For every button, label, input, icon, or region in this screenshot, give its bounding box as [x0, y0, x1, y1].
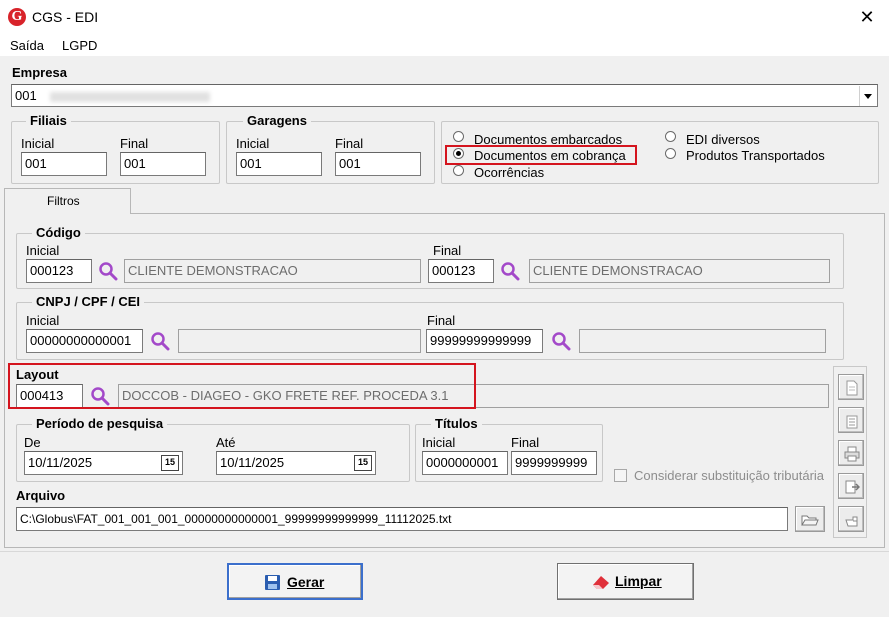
title-bar: [0, 0, 889, 34]
app-logo-icon: G: [8, 8, 26, 26]
new-document-button[interactable]: [838, 374, 864, 400]
cnpj-final-label: Final: [427, 313, 456, 328]
print-button[interactable]: [838, 440, 864, 466]
garagens-legend: Garagens: [243, 113, 311, 128]
periodo-ate-input[interactable]: 10/11/2025: [216, 451, 376, 475]
titulos-final-input[interactable]: 9999999999: [511, 451, 597, 475]
periodo-de-input[interactable]: 10/11/2025: [24, 451, 183, 475]
folder-open-icon: [801, 515, 819, 526]
empresa-select[interactable]: 001: [11, 84, 878, 107]
codigo-legend: Código: [32, 225, 85, 240]
printer-icon: [844, 446, 860, 462]
substituicao-checkbox[interactable]: [614, 469, 627, 482]
codigo-inicial-label: Inicial: [26, 243, 60, 258]
filiais-final-label: Final: [120, 136, 149, 151]
eraser-icon: [593, 576, 609, 589]
filiais-legend: Filiais: [26, 113, 71, 128]
close-icon[interactable]: ✕: [856, 6, 878, 28]
export-button[interactable]: [838, 473, 864, 499]
titulos-inicial-label: Inicial: [422, 435, 456, 450]
arquivo-input[interactable]: C:\Globus\FAT_001_001_001_00000000000001…: [16, 507, 788, 531]
tab-join: [5, 212, 130, 214]
codigo-final-desc: CLIENTE DEMONSTRACAO: [529, 259, 830, 283]
export-icon: [845, 480, 860, 494]
titulos-inicial-input[interactable]: 0000000001: [422, 451, 508, 475]
garagens-final-input[interactable]: 001: [335, 152, 421, 176]
limpar-label: Limpar: [615, 573, 662, 589]
produtos-transportados-label: Produtos Transportados: [686, 148, 825, 163]
copy-button[interactable]: [838, 407, 864, 433]
limpar-button[interactable]: Limpar: [557, 563, 694, 600]
tab-filtros[interactable]: Filtros: [4, 188, 131, 214]
tab-filtros-label: Filtros: [47, 194, 80, 208]
periodo-ate-label: Até: [216, 435, 236, 450]
copy-icon: [846, 415, 858, 429]
codigo-inicial-desc: CLIENTE DEMONSTRACAO: [124, 259, 421, 283]
browse-folder-button[interactable]: [795, 506, 825, 532]
empresa-label: Empresa: [12, 65, 67, 80]
arquivo-label: Arquivo: [16, 488, 66, 503]
menu-bar: [0, 34, 889, 56]
garagens-inicial-label: Inicial: [236, 136, 270, 151]
periodo-de-label: De: [24, 435, 41, 450]
codigo-final-label: Final: [433, 243, 462, 258]
calendar-icon[interactable]: 15: [354, 455, 372, 471]
menu-item-saida[interactable]: Saída: [10, 38, 44, 53]
cnpj-final-desc: [579, 329, 826, 353]
cnpj-inicial-search-icon[interactable]: [150, 331, 170, 351]
cnpj-inicial-label: Inicial: [26, 313, 60, 328]
highlight-layout: [8, 363, 476, 409]
codigo-final-input[interactable]: 000123: [428, 259, 494, 283]
cnpj-inicial-input[interactable]: 00000000000001: [26, 329, 143, 353]
window-title: CGS - EDI: [32, 9, 99, 25]
codigo-inicial-search-icon[interactable]: [98, 261, 118, 281]
filiais-inicial-input[interactable]: 001: [21, 152, 107, 176]
codigo-inicial-input[interactable]: 000123: [26, 259, 92, 283]
chevron-down-icon: [864, 94, 872, 99]
document-icon: [846, 380, 858, 396]
calendar-icon[interactable]: 15: [161, 455, 179, 471]
filiais-final-input[interactable]: 001: [120, 152, 206, 176]
edi-diversos-label: EDI diversos: [686, 132, 760, 147]
substituicao-label: Considerar substituição tributária: [634, 468, 825, 483]
periodo-legend: Período de pesquisa: [32, 416, 168, 431]
highlight-docs-cobranca: [445, 145, 637, 165]
cnpj-inicial-desc: [178, 329, 421, 353]
menu-item-lgpd[interactable]: LGPD: [62, 38, 97, 53]
hand-pointer-icon: [845, 516, 858, 527]
garagens-final-label: Final: [335, 136, 364, 151]
garagens-inicial-input[interactable]: 001: [236, 152, 322, 176]
cnpj-final-search-icon[interactable]: [551, 331, 571, 351]
blurred-company-name: [50, 91, 211, 102]
footer-divider: [0, 551, 889, 552]
cnpj-final-input[interactable]: 99999999999999: [426, 329, 543, 353]
radio-edi-diversos[interactable]: [665, 131, 676, 142]
radio-ocorrencias[interactable]: [453, 165, 464, 176]
ocorrencias-label: Ocorrências: [474, 165, 545, 180]
edit-button[interactable]: [838, 506, 864, 532]
save-floppy-icon: [265, 575, 280, 590]
gerar-button[interactable]: Gerar: [227, 563, 363, 600]
empresa-value: 001: [15, 88, 37, 103]
titulos-final-label: Final: [511, 435, 540, 450]
radio-docs-embarcados[interactable]: [453, 131, 464, 142]
codigo-final-search-icon[interactable]: [500, 261, 520, 281]
filiais-inicial-label: Inicial: [21, 136, 55, 151]
titulos-legend: Títulos: [431, 416, 482, 431]
gerar-label: Gerar: [287, 574, 325, 590]
empresa-dropdown-arrow[interactable]: [859, 86, 875, 106]
cnpj-legend: CNPJ / CPF / CEI: [32, 294, 145, 309]
radio-produtos-transportados[interactable]: [665, 148, 676, 159]
